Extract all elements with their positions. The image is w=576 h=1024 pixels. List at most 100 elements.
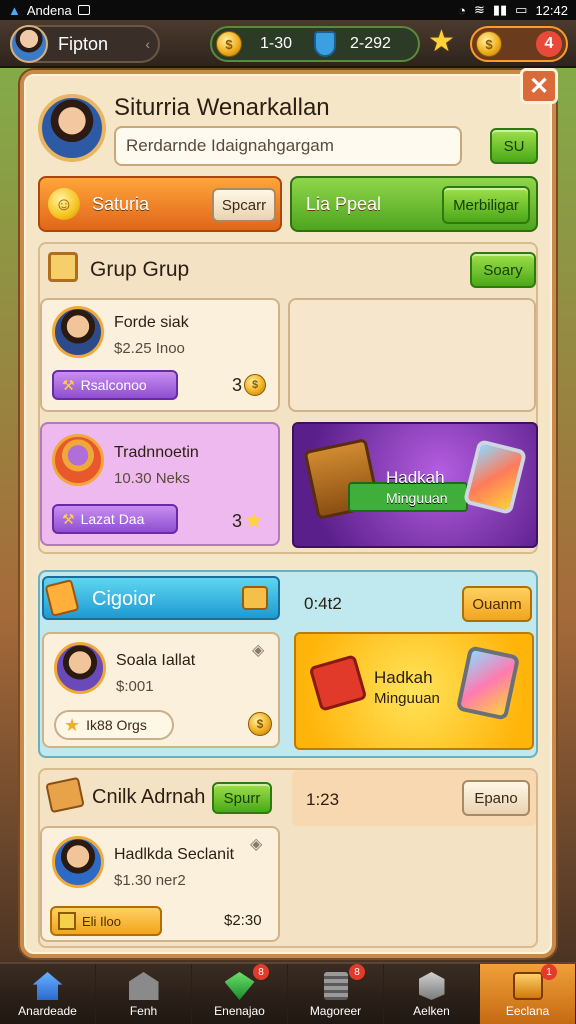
- dock-item-shop[interactable]: Fenh: [96, 964, 192, 1024]
- hammer-icon: ⚒: [62, 510, 75, 527]
- avatar: [52, 434, 104, 486]
- bird-icon: ▲: [8, 2, 21, 18]
- dock-item-label: Enenajao: [214, 1004, 265, 1018]
- dock-item-home[interactable]: Anardeade: [0, 964, 96, 1024]
- tag-icon: ◈: [250, 836, 263, 853]
- empty-slot: [288, 298, 536, 412]
- cigoior-timer: 0:4t2: [304, 594, 342, 613]
- group-section-button[interactable]: Soary: [470, 252, 536, 288]
- smiley-icon: ☺: [48, 188, 80, 220]
- list-item-name: Hadlkda Seclanit: [114, 846, 235, 863]
- dock-badge: 8: [253, 964, 269, 980]
- adrah-timer: 1:23: [306, 790, 340, 809]
- green-banner-label: Lia Ppeal: [306, 194, 382, 214]
- item-count-value: 3: [232, 510, 243, 531]
- star-icon: ★: [64, 714, 81, 735]
- coin-icon: $: [248, 712, 272, 736]
- tag-icon: [242, 586, 268, 610]
- list-item-tag[interactable]: ⚒ Rsalconoo: [52, 370, 178, 400]
- list-item[interactable]: Soala Iallat $:001 ◈ ★ Ik88 Orgs $: [42, 632, 280, 748]
- search-submit-button[interactable]: SU: [490, 128, 538, 164]
- profile-pill[interactable]: Fipton ‹: [10, 25, 160, 63]
- gold-pill[interactable]: $ 4: [470, 26, 568, 62]
- list-item-value: $2.25 Inoo: [114, 340, 185, 357]
- list-item-tag[interactable]: ⚒ Lazat Daa: [52, 504, 178, 534]
- orange-banner[interactable]: ☺ Saturia Spcarr: [38, 176, 282, 232]
- green-banner[interactable]: Lia Ppeal Merbiligar: [290, 176, 538, 232]
- list-item-name: Forde siak: [114, 314, 189, 331]
- shield-icon: [314, 31, 337, 57]
- signal-icon: ▮▮: [492, 2, 508, 17]
- dock-badge: 1: [541, 964, 557, 980]
- avatar: [52, 306, 104, 358]
- item-count-value: 3: [232, 374, 243, 395]
- adrah-section-button[interactable]: Spurr: [212, 782, 272, 814]
- promo-title: Hadkah: [386, 468, 445, 487]
- avatar: [52, 836, 104, 888]
- close-button[interactable]: ✕: [520, 68, 558, 104]
- cigoior-button[interactable]: Ouanm: [462, 586, 532, 622]
- adrah-section-title: Cnilk Adrnah: [92, 786, 206, 808]
- item-count: 3 $: [232, 374, 267, 396]
- list-item-name: Soala Iallat: [116, 652, 196, 669]
- search-input[interactable]: [114, 126, 462, 166]
- tablet-icon: [462, 438, 528, 516]
- group-section-title: Grup Grup: [90, 258, 190, 281]
- orange-banner-label: Saturia: [92, 194, 150, 214]
- list-item-tag-label: Ik88 Orgs: [86, 717, 147, 733]
- tag-icon: ◈: [252, 642, 265, 659]
- cigoior-section-title: Cigoior: [92, 588, 156, 610]
- list-item-tag[interactable]: Eli Iloo: [50, 906, 162, 936]
- promo-card[interactable]: Hadkah Minguuan: [292, 422, 538, 548]
- status-app-name: Andena: [26, 2, 72, 18]
- list-item-value: $1.30 ner2: [114, 872, 186, 889]
- hammer-icon: ⚒: [62, 376, 75, 393]
- photo-icon: [77, 5, 90, 15]
- status-time: 12:42: [535, 2, 568, 18]
- promo-card[interactable]: Hadkah Minguuan: [294, 632, 534, 750]
- star-icon[interactable]: ★: [428, 24, 455, 59]
- chevron-left-icon: ‹: [145, 36, 150, 52]
- list-item[interactable]: Hadlkda Seclanit $1.30 ner2 ◈ Eli Iloo $…: [40, 826, 280, 942]
- dock-item-messages[interactable]: 8 Magoreer: [288, 964, 384, 1024]
- list-item-name: Tradnnoetin: [114, 444, 199, 461]
- orange-banner-button[interactable]: Spcarr: [212, 188, 276, 222]
- dock-item-settings[interactable]: 1 Eeclana: [480, 964, 576, 1024]
- list-item-tag-label: Eli Iloo: [82, 913, 122, 929]
- adrah-right-button[interactable]: Epano: [462, 780, 530, 816]
- basket-icon: [48, 252, 78, 282]
- tablet-icon: [455, 645, 521, 721]
- dock-item-gems[interactable]: 8 Enenajao: [192, 964, 288, 1024]
- dock-item-label: Aelken: [413, 1004, 450, 1018]
- gift-icon: [308, 654, 368, 712]
- house-icon: [32, 972, 63, 1000]
- page-title: Siturria Wenarkallan: [114, 94, 330, 121]
- shop-icon: [128, 972, 159, 1000]
- list-item-tag-label: Lazat Daa: [80, 511, 145, 527]
- list-item-tag[interactable]: ★ Ik88 Orgs: [54, 710, 174, 740]
- chest-icon: [512, 972, 543, 1000]
- dock-item-label: Eeclana: [505, 1004, 550, 1018]
- promo-subtitle: Minguuan: [374, 690, 440, 707]
- add-gold-button[interactable]: 4: [536, 31, 562, 57]
- top-bar: Fipton ‹ $ 1-30 2-292 ★ $ 4: [0, 20, 576, 68]
- dock-item-inventory[interactable]: Aelken: [384, 964, 480, 1024]
- list-item-tag-label: Rsalconoo: [80, 377, 147, 393]
- list-item-value: 10.30 Neks: [114, 470, 190, 487]
- list-item[interactable]: Forde siak $2.25 Inoo ⚒ Rsalconoo 3 $: [40, 298, 280, 412]
- avatar: [10, 25, 48, 63]
- gold-coin-icon: $: [476, 31, 502, 57]
- star-icon: ★: [244, 508, 264, 533]
- resource-a-value: 1-30: [260, 35, 293, 52]
- coin-icon: $: [244, 374, 267, 396]
- promo-subtitle: Minguuan: [386, 490, 448, 506]
- resource-pill[interactable]: $ 1-30 2-292: [210, 26, 420, 62]
- alarm-icon: ◔: [458, 2, 466, 18]
- box-icon: [418, 972, 445, 1000]
- list-item[interactable]: Tradnnoetin 10.30 Neks ⚒ Lazat Daa 3 ★: [40, 422, 280, 546]
- list-item-amount: $2:30: [224, 912, 262, 929]
- avatar: [54, 642, 106, 694]
- green-banner-button[interactable]: Merbiligar: [442, 186, 530, 224]
- item-count: 3 ★: [232, 508, 264, 534]
- dock-badge: 8: [349, 964, 365, 980]
